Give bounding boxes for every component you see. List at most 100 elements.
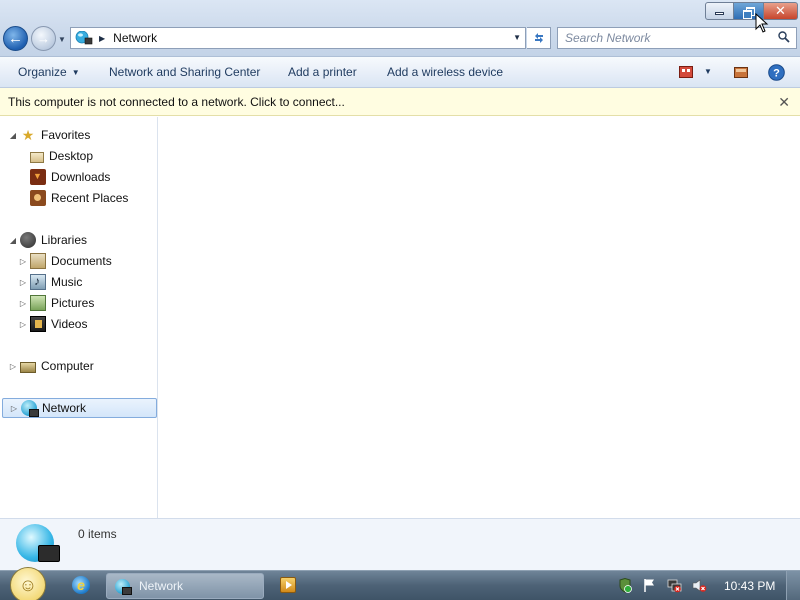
address-bar[interactable]: ▶ Network ▼ — [70, 27, 526, 49]
breadcrumb-separator-icon[interactable]: ▶ — [99, 34, 105, 43]
collapse-arrow-icon[interactable]: ▷ — [9, 404, 19, 413]
view-icon — [679, 66, 693, 78]
tree-item-recent-places[interactable]: Recent Places — [30, 188, 128, 208]
music-icon — [30, 274, 46, 290]
documents-icon — [30, 253, 46, 269]
start-button[interactable]: ☺ — [10, 567, 46, 600]
tree-favorites[interactable]: ◢ ★ Favorites — [8, 125, 90, 145]
minimize-button[interactable] — [705, 2, 734, 20]
tree-libraries-label: Libraries — [41, 233, 88, 247]
tree-item-label: Videos — [51, 317, 88, 331]
preview-pane-button[interactable] — [734, 67, 748, 81]
tree-item-music[interactable]: ▷ Music — [18, 272, 82, 292]
restore-icon — [743, 6, 755, 19]
help-button[interactable]: ? — [768, 64, 785, 84]
show-desktop-button[interactable] — [786, 571, 800, 600]
security-shield-icon[interactable] — [618, 578, 633, 593]
info-bar[interactable]: This computer is not connected to a netw… — [0, 88, 800, 116]
internet-explorer-icon[interactable]: e — [72, 576, 90, 594]
back-arrow-icon: ← — [8, 30, 23, 47]
pictures-icon — [30, 295, 46, 311]
caption-buttons: ✕ — [705, 2, 798, 20]
tree-favorites-label: Favorites — [41, 128, 91, 142]
media-player-icon[interactable] — [280, 577, 296, 593]
network-disconnected-icon[interactable] — [667, 578, 682, 593]
tree-computer[interactable]: ▷ Computer — [8, 356, 94, 376]
tree-item-label: Documents — [51, 254, 112, 268]
command-bar: Organize ▼ Network and Sharing Center Add… — [0, 57, 800, 88]
tree-item-pictures[interactable]: ▷ Pictures — [18, 293, 94, 313]
chevron-down-icon: ▼ — [71, 68, 80, 77]
tree-item-downloads[interactable]: Downloads — [30, 167, 110, 187]
add-wireless-device-button[interactable]: Add a wireless device — [387, 65, 503, 79]
tree-item-label: Recent Places — [51, 191, 129, 205]
minimize-icon — [715, 12, 724, 15]
refresh-icon — [534, 33, 543, 43]
breadcrumb-network[interactable]: Network — [113, 31, 157, 45]
search-icon — [778, 31, 790, 43]
tree-network[interactable]: ▷ Network — [2, 398, 157, 418]
add-printer-button[interactable]: Add a printer — [288, 65, 357, 79]
taskbar-task-label: Network — [139, 579, 184, 593]
volume-muted-icon[interactable] — [692, 578, 707, 593]
info-bar-close-icon[interactable]: ✕ — [778, 94, 790, 111]
computer-icon — [20, 362, 36, 373]
svg-text:?: ? — [773, 68, 780, 80]
collapse-arrow-icon[interactable]: ▷ — [18, 320, 28, 329]
favorites-star-icon: ★ — [21, 127, 35, 143]
recent-pages-dropdown[interactable]: ▼ — [58, 35, 66, 44]
forward-button[interactable]: → — [31, 26, 56, 51]
close-icon: ✕ — [775, 3, 786, 19]
search-input[interactable] — [565, 31, 765, 45]
recent-places-icon — [30, 190, 46, 206]
tree-computer-label: Computer — [41, 359, 94, 373]
preview-pane-icon — [734, 67, 748, 78]
change-view-button[interactable] — [679, 66, 693, 81]
desktop-icon — [30, 151, 44, 163]
network-icon — [115, 578, 132, 595]
details-pane: 0 items — [0, 518, 800, 570]
tree-item-label: Pictures — [51, 296, 95, 310]
tree-item-documents[interactable]: ▷ Documents — [18, 251, 112, 271]
network-sharing-center-button[interactable]: Network and Sharing Center — [109, 65, 260, 79]
tree-item-label: Music — [51, 275, 83, 289]
tree-libraries[interactable]: ◢ Libraries — [8, 230, 87, 250]
window-frame-top: ✕ ← → ▼ ▶ Network ▼ — [0, 0, 800, 57]
tree-item-label: Desktop — [49, 149, 94, 163]
item-count: 0 items — [78, 527, 117, 541]
collapse-arrow-icon[interactable]: ▷ — [18, 299, 28, 308]
file-list-area[interactable] — [159, 117, 800, 518]
collapse-arrow-icon[interactable]: ▷ — [18, 257, 28, 266]
collapse-arrow-icon[interactable]: ▷ — [18, 278, 28, 287]
network-icon — [75, 30, 93, 45]
monitor-icon — [38, 545, 60, 562]
tree-item-desktop[interactable]: Desktop — [30, 146, 93, 166]
back-button[interactable]: ← — [3, 26, 28, 51]
view-options-dropdown[interactable]: ▼ — [704, 67, 712, 76]
info-bar-message[interactable]: This computer is not connected to a netw… — [8, 95, 345, 109]
mouse-cursor-icon — [755, 13, 769, 33]
tree-item-label: Downloads — [51, 170, 111, 184]
collapse-arrow-icon[interactable]: ▷ — [8, 362, 18, 371]
start-orb-icon: ☺ — [18, 574, 38, 595]
forward-arrow-icon: → — [37, 31, 50, 46]
tree-item-videos[interactable]: ▷ Videos — [18, 314, 87, 334]
taskbar-task-network[interactable]: Network — [106, 573, 264, 599]
taskbar: ☺ e Network 10:43 PM — [0, 567, 800, 600]
address-history-dropdown[interactable]: ▼ — [513, 33, 521, 42]
organize-menu[interactable]: Organize ▼ — [18, 65, 80, 79]
organize-label: Organize — [18, 65, 67, 79]
taskbar-clock[interactable]: 10:43 PM — [724, 579, 775, 593]
videos-icon — [30, 316, 46, 332]
tree-network-label: Network — [42, 401, 87, 415]
expand-arrow-icon[interactable]: ◢ — [8, 236, 18, 245]
navigation-pane: ◢ ★ Favorites Desktop Downloads Recent P… — [0, 117, 158, 518]
downloads-icon — [30, 169, 46, 185]
close-button[interactable]: ✕ — [764, 2, 798, 20]
network-icon — [21, 400, 39, 417]
expand-arrow-icon[interactable]: ◢ — [8, 131, 18, 140]
help-icon: ? — [768, 64, 785, 81]
action-center-flag-icon[interactable] — [642, 578, 657, 593]
libraries-icon — [20, 232, 36, 248]
refresh-button[interactable] — [527, 27, 551, 49]
